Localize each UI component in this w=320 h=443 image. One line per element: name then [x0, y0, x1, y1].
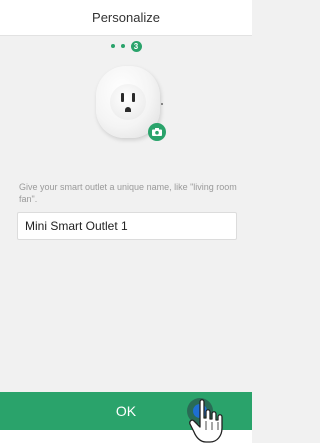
camera-icon: [152, 128, 162, 136]
step-indicator: 3: [0, 39, 252, 53]
step-current-badge: 3: [130, 40, 142, 52]
page-title: Personalize: [92, 10, 160, 25]
hand-pointer-icon: [189, 399, 223, 443]
status-led: [161, 103, 163, 105]
outlet-face: [110, 84, 146, 120]
change-photo-button[interactable]: [148, 123, 166, 141]
outlet-slot-right: [132, 93, 135, 102]
device-image: [96, 66, 176, 146]
outlet-slot-left: [121, 93, 124, 102]
outlet-ground-hole: [125, 107, 131, 112]
outlet-name-input[interactable]: [17, 212, 237, 240]
name-prompt: Give your smart outlet a unique name, li…: [19, 182, 237, 204]
header-bar: Personalize: [0, 0, 252, 36]
step-dot-2: [120, 44, 125, 48]
step-dot-1: [110, 44, 115, 48]
